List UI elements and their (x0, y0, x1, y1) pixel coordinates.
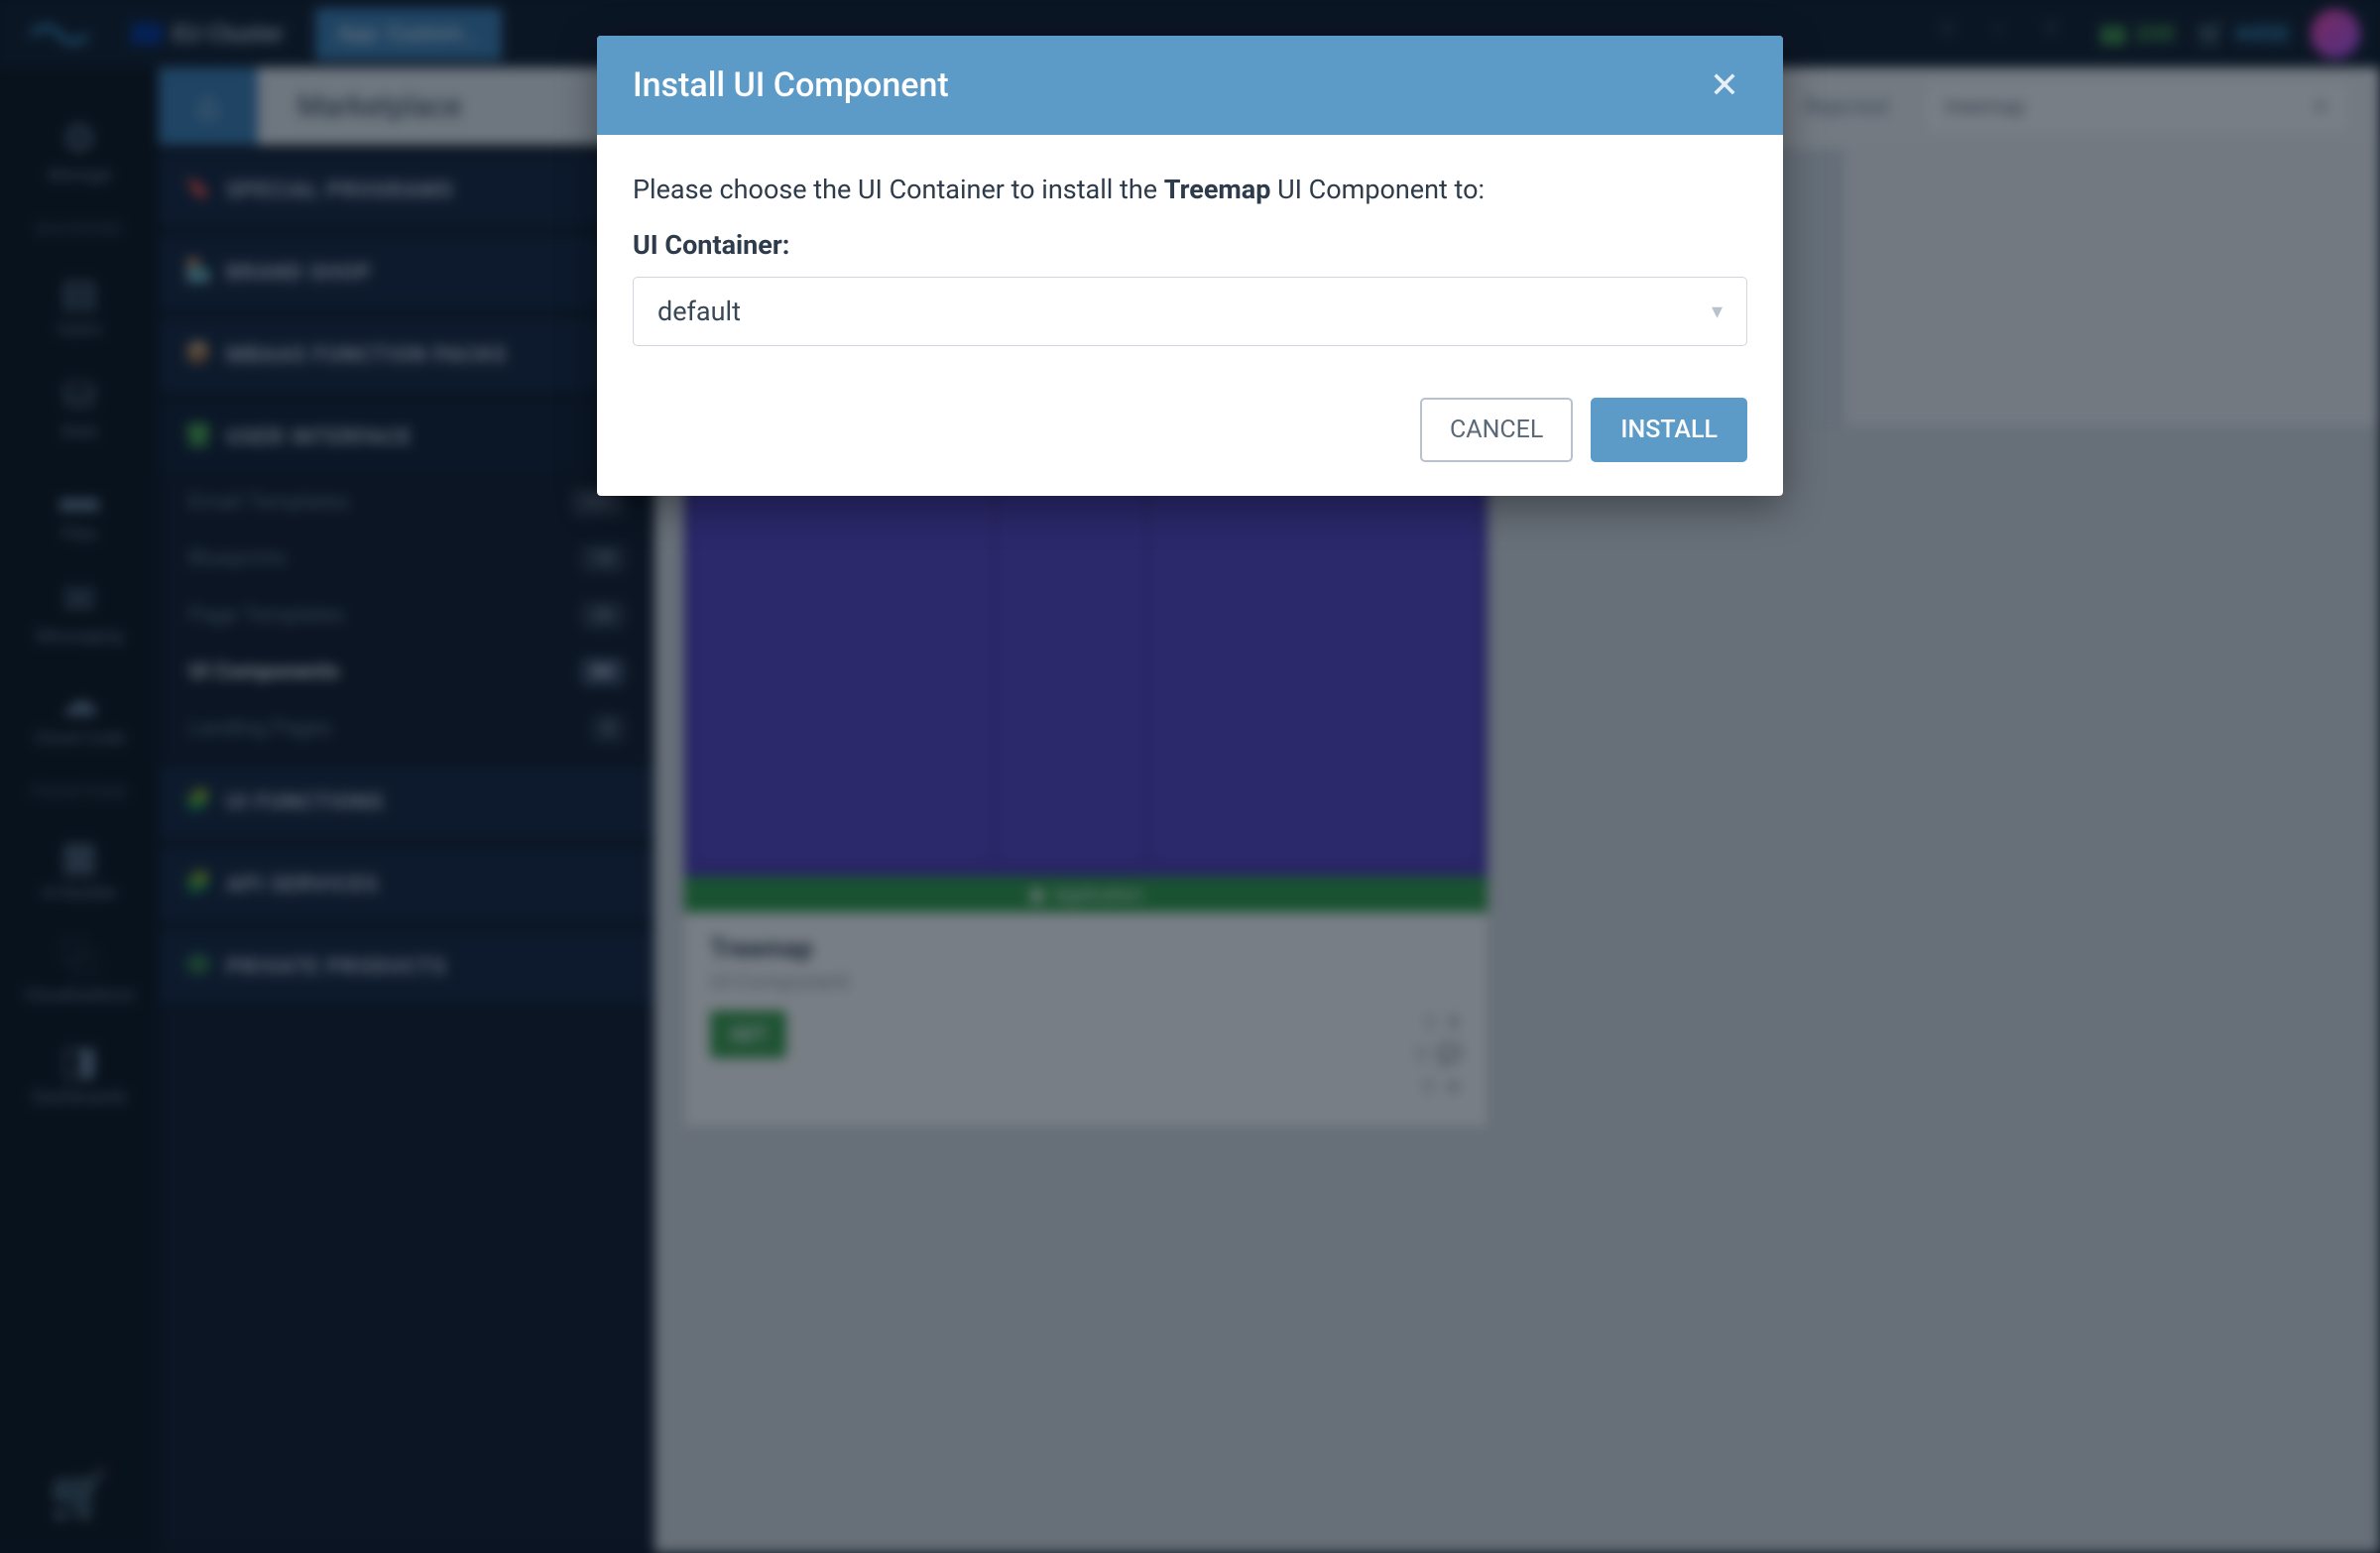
install-button[interactable]: INSTALL (1591, 398, 1747, 462)
modal-prompt: Please choose the UI Container to instal… (633, 171, 1747, 209)
modal-footer: CANCEL INSTALL (597, 376, 1783, 496)
modal-title: Install UI Component (633, 65, 949, 105)
modal-body: Please choose the UI Container to instal… (597, 135, 1783, 376)
modal-overlay[interactable]: Install UI Component ✕ Please choose the… (0, 0, 2380, 1553)
cancel-button[interactable]: CANCEL (1420, 398, 1573, 462)
chevron-down-icon: ▾ (1712, 299, 1723, 324)
modal-header: Install UI Component ✕ (597, 36, 1783, 135)
modal-label: UI Container: (633, 229, 1747, 261)
close-icon[interactable]: ✕ (1702, 63, 1747, 107)
ui-container-select[interactable]: default ▾ (633, 277, 1747, 346)
install-modal: Install UI Component ✕ Please choose the… (597, 36, 1783, 496)
select-value: default (657, 296, 741, 327)
